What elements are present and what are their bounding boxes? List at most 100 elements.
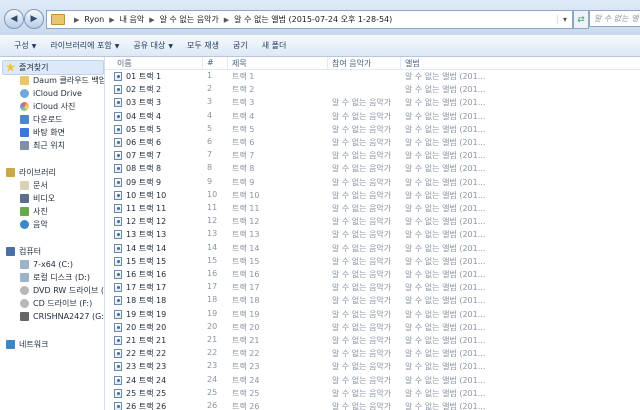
file-row[interactable]: 10 트랙 10 10 트랙 10 알 수 없는 음악가 알 수 없는 앨범 (201.… [105, 189, 640, 202]
nav-item-music[interactable]: 음악 [20, 218, 48, 230]
track-album: 알 수 없는 앨범 (201... [405, 85, 486, 95]
track-album: 알 수 없는 앨범 (201... [405, 270, 486, 279]
breadcrumb-ryon[interactable]: Ryon [84, 15, 104, 24]
file-row[interactable]: 08 트랙 8 8 트랙 8 알 수 없는 음악가 알 수 없는 앨범 (201... [105, 162, 640, 175]
chevron-right-icon[interactable]: ▶ [109, 16, 114, 24]
file-row[interactable]: 11 트랙 11 11 트랙 11 알 수 없는 음악가 알 수 없는 앨범 (201.… [105, 202, 640, 215]
file-row[interactable]: 21 트랙 21 21 트랙 21 알 수 없는 음악가 알 수 없는 앨범 (201.… [105, 334, 640, 347]
track-album: 알 수 없는 앨범 (201... [405, 230, 486, 240]
share-button[interactable]: 공유 대상 ▼ [119, 40, 173, 51]
track-title: 트랙 15 [232, 256, 260, 266]
track-title: 트랙 2 [232, 85, 255, 95]
track-number: 10 [207, 189, 218, 199]
nav-item-desktop[interactable]: 바탕 화면 [20, 126, 65, 138]
nav-item-daum-cloud[interactable]: Daum 클라우드 백업 [20, 74, 104, 86]
nav-item-drive-e[interactable]: DVD RW 드라이브 (E:) [20, 284, 104, 296]
nav-item-drive-f[interactable]: CD 드라이브 (F:) [20, 297, 92, 309]
track-artist: 알 수 없는 음악가 [332, 296, 392, 306]
nav-item-drive-g[interactable]: CRISHNA2427 (G:) [20, 310, 104, 322]
file-row[interactable]: 01 트랙 1 1 트랙 1 알 수 없는 앨범 (201... [105, 70, 640, 83]
file-row[interactable]: 07 트랙 7 7 트랙 7 알 수 없는 음악가 알 수 없는 앨범 (201... [105, 149, 640, 162]
audio-file-icon [114, 230, 122, 240]
nav-network[interactable]: 네트워크 [6, 338, 48, 350]
file-row[interactable]: 18 트랙 18 18 트랙 18 알 수 없는 음악가 알 수 없는 앨범 (201.… [105, 294, 640, 307]
column-header-name[interactable]: 이름 [117, 58, 132, 69]
nav-computer[interactable]: 컴퓨터 [6, 245, 41, 257]
audio-file-icon [114, 375, 122, 385]
nav-item-pictures[interactable]: 사진 [20, 205, 48, 217]
column-divider[interactable] [227, 57, 228, 69]
file-row[interactable]: 03 트랙 3 3 트랙 3 알 수 없는 음악가 알 수 없는 앨범 (201... [105, 96, 640, 109]
file-row[interactable]: 02 트랙 2 2 트랙 2 알 수 없는 앨범 (201... [105, 83, 640, 96]
breadcrumb-my-music[interactable]: 내 음악 [120, 14, 145, 25]
column-header-album[interactable]: 앨범 [405, 58, 420, 69]
nav-libraries[interactable]: 라이브러리 [6, 166, 56, 178]
breadcrumb-unknown-artist[interactable]: 알 수 없는 음악가 [160, 14, 219, 25]
file-row[interactable]: 09 트랙 9 9 트랙 9 알 수 없는 음악가 알 수 없는 앨범 (201... [105, 176, 640, 189]
file-row[interactable]: 20 트랙 20 20 트랙 20 알 수 없는 음악가 알 수 없는 앨범 (201.… [105, 321, 640, 334]
nav-item-drive-c[interactable]: 7-x64 (C:) [20, 258, 73, 270]
track-artist: 알 수 없는 음악가 [332, 230, 392, 240]
file-row[interactable]: 19 트랙 19 19 트랙 19 알 수 없는 음악가 알 수 없는 앨범 (201.… [105, 308, 640, 321]
track-album: 알 수 없는 앨범 (201... [405, 72, 486, 81]
nav-item-downloads[interactable]: 다운로드 [20, 113, 62, 125]
chevron-right-icon[interactable]: ▶ [74, 16, 79, 24]
download-icon [20, 114, 29, 124]
new-folder-button[interactable]: 새 폴더 [248, 40, 287, 51]
track-title: 트랙 24 [232, 375, 260, 385]
file-row[interactable]: 04 트랙 4 4 트랙 4 알 수 없는 음악가 알 수 없는 앨범 (201... [105, 110, 640, 123]
track-album: 알 수 없는 앨범 (201... [405, 402, 486, 410]
file-row[interactable]: 24 트랙 24 24 트랙 24 알 수 없는 음악가 알 수 없는 앨범 (201.… [105, 374, 640, 387]
nav-item-recent[interactable]: 최근 위치 [20, 139, 65, 151]
address-dropdown-button[interactable]: ▾ [557, 15, 572, 24]
nav-item-icloud-drive[interactable]: iCloud Drive [20, 87, 82, 99]
audio-file-icon [114, 111, 122, 121]
file-row[interactable]: 16 트랙 16 16 트랙 16 알 수 없는 음악가 알 수 없는 앨범 (201.… [105, 268, 640, 281]
file-row[interactable]: 17 트랙 17 17 트랙 17 알 수 없는 음악가 알 수 없는 앨범 (201.… [105, 281, 640, 294]
back-button[interactable]: ◀ [4, 9, 24, 29]
organize-button[interactable]: 구성 ▼ [0, 40, 36, 51]
file-row[interactable]: 25 트랙 25 25 트랙 25 알 수 없는 음악가 알 수 없는 앨범 (201.… [105, 387, 640, 400]
address-field[interactable]: ▶ Ryon ▶ 내 음악 ▶ 알 수 없는 음악가 ▶ 알 수 없는 앨범 (… [46, 10, 573, 29]
burn-button[interactable]: 굽기 [219, 40, 248, 51]
column-header-artists[interactable]: 참여 음악가 [332, 58, 371, 69]
track-number: 22 [207, 348, 218, 358]
audio-file-icon [114, 217, 122, 227]
file-row[interactable]: 05 트랙 5 5 트랙 5 알 수 없는 음악가 알 수 없는 앨범 (201... [105, 123, 640, 136]
column-header-title[interactable]: 제목 [232, 58, 247, 69]
track-title: 트랙 8 [232, 164, 255, 174]
chevron-right-icon[interactable]: ▶ [149, 16, 154, 24]
chevron-right-icon[interactable]: ▶ [224, 16, 229, 24]
track-number: 2 [207, 84, 213, 94]
file-row[interactable]: 06 트랙 6 6 트랙 6 알 수 없는 음악가 알 수 없는 앨범 (201... [105, 136, 640, 149]
nav-item-icloud-photos[interactable]: iCloud 사진 [20, 100, 75, 112]
column-divider[interactable] [400, 57, 401, 69]
column-divider[interactable] [327, 57, 328, 69]
audio-file-icon [114, 138, 122, 147]
refresh-button[interactable]: ⇄ [573, 10, 589, 29]
nav-label: 음악 [33, 219, 48, 229]
track-number: 5 [207, 123, 213, 133]
play-all-button[interactable]: 모두 재생 [173, 40, 219, 51]
file-row[interactable]: 15 트랙 15 15 트랙 15 알 수 없는 음악가 알 수 없는 앨범 (201.… [105, 255, 640, 268]
file-row[interactable]: 26 트랙 26 26 트랙 26 알 수 없는 음악가 알 수 없는 앨범 (201.… [105, 400, 640, 410]
include-library-button[interactable]: 라이브러리에 포함 ▼ [36, 40, 119, 51]
file-row[interactable]: 22 트랙 22 22 트랙 22 알 수 없는 음악가 알 수 없는 앨범 (201.… [105, 347, 640, 360]
nav-favorites[interactable]: 즐겨찾기 [6, 61, 48, 73]
column-divider[interactable] [202, 57, 203, 69]
search-input[interactable]: 알 수 없는 앨범 (201... [589, 10, 640, 27]
track-title: 트랙 21 [232, 336, 260, 345]
nav-item-videos[interactable]: 비디오 [20, 192, 55, 204]
nav-item-documents[interactable]: 문서 [20, 179, 48, 191]
column-header-number[interactable]: # [207, 58, 214, 67]
track-title: 트랙 22 [232, 349, 260, 359]
file-row[interactable]: 14 트랙 14 14 트랙 14 알 수 없는 음악가 알 수 없는 앨범 (201.… [105, 242, 640, 255]
nav-item-drive-d[interactable]: 로컬 디스크 (D:) [20, 271, 90, 283]
file-name: 07 트랙 7 [126, 151, 162, 161]
file-row[interactable]: 12 트랙 12 12 트랙 12 알 수 없는 음악가 알 수 없는 앨범 (201.… [105, 215, 640, 228]
forward-button[interactable]: ▶ [24, 9, 44, 29]
audio-file-icon [114, 98, 122, 108]
breadcrumb-unknown-album[interactable]: 알 수 없는 앨범 (2015-07-24 오후 1-28-54) [234, 14, 392, 25]
file-row[interactable]: 13 트랙 13 13 트랙 13 알 수 없는 음악가 알 수 없는 앨범 (201.… [105, 228, 640, 241]
file-row[interactable]: 23 트랙 23 23 트랙 23 알 수 없는 음악가 알 수 없는 앨범 (201.… [105, 360, 640, 373]
